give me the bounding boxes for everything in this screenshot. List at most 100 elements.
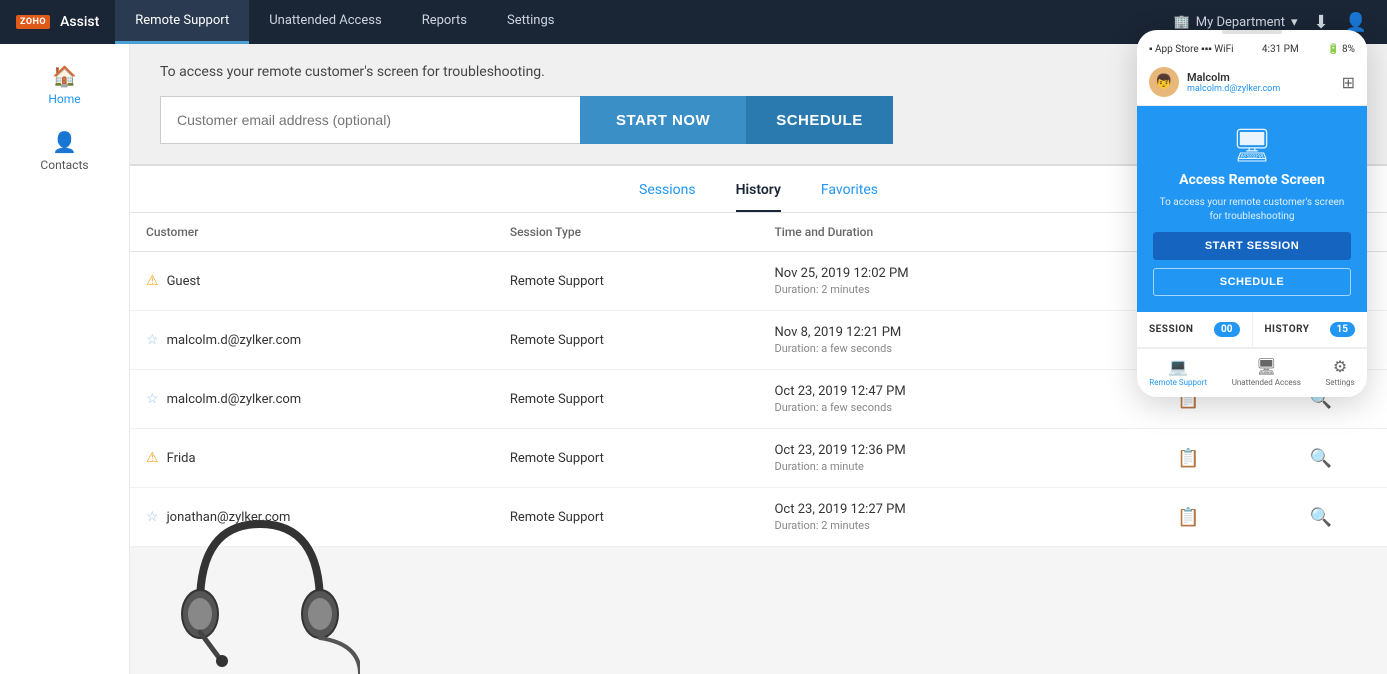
- mockup-nav-settings-label: Settings: [1325, 378, 1354, 387]
- time-cell: Oct 23, 2019 12:47 PM Duration: a few sec…: [758, 370, 1122, 429]
- app-name: Assist: [60, 14, 99, 30]
- customer-cell: ⚠ Guest: [130, 252, 494, 311]
- col-header-time: Time and Duration: [758, 213, 1122, 252]
- session-date: Oct 23, 2019 12:27 PM: [774, 502, 1106, 517]
- session-type-cell: Remote Support: [494, 311, 759, 370]
- customer-name: malcolm.d@zylker.com: [167, 333, 302, 348]
- tab-favorites[interactable]: Favorites: [821, 182, 878, 212]
- mockup-notch: [1222, 30, 1282, 34]
- mockup-blue-section: 🖥 Access Remote Screen To access your re…: [1137, 106, 1367, 312]
- battery-icon: 🔋 8%: [1327, 44, 1355, 55]
- notes-cell[interactable]: 📋: [1122, 429, 1254, 488]
- session-date: Nov 8, 2019 12:21 PM: [774, 325, 1106, 340]
- start-now-button[interactable]: START NOW: [580, 96, 746, 144]
- customer-cell: ⚠ Frida: [130, 429, 494, 488]
- mockup-session-label: SESSION: [1149, 324, 1193, 335]
- zoho-logo: ZOHO Assist: [16, 14, 99, 30]
- star-icon: ☆: [146, 509, 159, 525]
- customer-name: Guest: [167, 274, 201, 289]
- mockup-bottom-nav: 💻 Remote Support 🖥 Unattended Access ⚙ S…: [1137, 348, 1367, 397]
- customer-cell: ☆ jonathan@zylker.com: [130, 488, 494, 547]
- table-row: ⚠FridaRemote SupportOct 23, 2019 12:36 P…: [130, 429, 1387, 488]
- warning-icon: ⚠: [146, 450, 159, 466]
- sidebar-item-contacts[interactable]: 👤 Contacts: [0, 118, 129, 184]
- audit-cell[interactable]: 🔍: [1255, 429, 1387, 488]
- mockup-history-badge: 15: [1330, 322, 1355, 337]
- zoho-badge: ZOHO: [16, 15, 50, 29]
- notes-cell[interactable]: 📋: [1122, 488, 1254, 547]
- settings-nav-icon: ⚙: [1333, 357, 1347, 376]
- mockup-schedule-button[interactable]: SCHEDULE: [1153, 268, 1351, 296]
- contacts-icon: 👤: [52, 130, 77, 154]
- session-date: Oct 23, 2019 12:47 PM: [774, 384, 1106, 399]
- sidebar: 🏠 Home 👤 Contacts: [0, 44, 130, 674]
- tab-sessions[interactable]: Sessions: [639, 182, 696, 212]
- sidebar-home-label: Home: [48, 92, 80, 106]
- session-duration: Duration: a few seconds: [774, 401, 1106, 414]
- department-icon: 🏢: [1174, 15, 1190, 30]
- chevron-down-icon: ▾: [1291, 15, 1298, 30]
- unattended-nav-icon: 🖥: [1256, 357, 1276, 376]
- tab-history[interactable]: History: [736, 182, 781, 212]
- mockup-subtitle: To access your remote customer's screen …: [1153, 196, 1351, 224]
- nav-item-remote-support[interactable]: Remote Support: [115, 0, 249, 44]
- mockup-nav-unattended[interactable]: 🖥 Unattended Access: [1232, 357, 1301, 387]
- session-type-cell: Remote Support: [494, 252, 759, 311]
- mockup-avatar: 👦: [1149, 67, 1179, 97]
- customer-email-input[interactable]: [160, 96, 580, 144]
- nav-item-reports[interactable]: Reports: [402, 0, 487, 44]
- warning-icon: ⚠: [146, 273, 159, 289]
- col-header-customer: Customer: [130, 213, 494, 252]
- session-type-cell: Remote Support: [494, 370, 759, 429]
- remote-screen-icon: 🖥: [1232, 126, 1273, 164]
- customer-cell: ☆malcolm.d@zylker.com: [130, 311, 494, 370]
- nav-item-unattended-access[interactable]: Unattended Access: [249, 0, 401, 44]
- mockup-sessions-row: SESSION 00 HISTORY 15: [1137, 312, 1367, 348]
- session-type-cell: Remote Support: [494, 429, 759, 488]
- time-cell: Nov 8, 2019 12:21 PM Duration: a few seco…: [758, 311, 1122, 370]
- home-icon: 🏠: [52, 64, 77, 88]
- mockup-user-info: Malcolm malcolm.d@zylker.com: [1187, 71, 1280, 94]
- mockup-session-item: SESSION 00: [1137, 312, 1253, 347]
- nav-item-settings[interactable]: Settings: [487, 0, 574, 44]
- mockup-user-name: Malcolm: [1187, 71, 1280, 84]
- mockup-session-badge: 00: [1214, 322, 1239, 337]
- session-duration: Duration: 2 minutes: [774, 283, 1106, 296]
- mockup-history-label: HISTORY: [1265, 324, 1310, 335]
- mockup-nav-remote-support[interactable]: 💻 Remote Support: [1149, 357, 1207, 387]
- grid-icon: ⊞: [1342, 73, 1355, 92]
- customer-cell: ☆malcolm.d@zylker.com: [130, 370, 494, 429]
- session-date: Oct 23, 2019 12:36 PM: [774, 443, 1106, 458]
- mockup-nav-settings[interactable]: ⚙ Settings: [1325, 357, 1354, 387]
- mockup-nav-unattended-label: Unattended Access: [1232, 378, 1301, 387]
- audit-icon[interactable]: 🔍: [1310, 507, 1332, 528]
- time-cell: Oct 23, 2019 12:36 PM Duration: a minute: [758, 429, 1122, 488]
- notes-icon[interactable]: 📋: [1177, 507, 1199, 528]
- col-header-session-type: Session Type: [494, 213, 759, 252]
- star-icon: ☆: [146, 391, 159, 407]
- session-duration: Duration: 2 minutes: [774, 519, 1106, 532]
- table-row: ☆jonathan@zylker.comRemote SupportOct 23…: [130, 488, 1387, 547]
- mockup-history-item: HISTORY 15: [1253, 312, 1368, 347]
- mobile-mockup: ▪ App Store ▪▪▪ WiFi 4:31 PM 🔋 8% 👦 Malc…: [1137, 30, 1367, 397]
- mockup-user-email: malcolm.d@zylker.com: [1187, 84, 1280, 94]
- audit-icon[interactable]: 🔍: [1310, 448, 1332, 469]
- sidebar-item-home[interactable]: 🏠 Home: [0, 52, 129, 118]
- session-duration: Duration: a minute: [774, 460, 1106, 473]
- sidebar-contacts-label: Contacts: [40, 158, 88, 172]
- customer-name: jonathan@zylker.com: [167, 510, 291, 525]
- time-cell: Nov 25, 2019 12:02 PMDuration: 2 minutes: [758, 252, 1122, 311]
- session-duration: Duration: a few seconds: [774, 342, 1106, 355]
- notes-icon[interactable]: 📋: [1177, 448, 1199, 469]
- department-button[interactable]: 🏢 My Department ▾: [1174, 15, 1298, 30]
- audit-cell[interactable]: 🔍: [1255, 488, 1387, 547]
- time-cell: Oct 23, 2019 12:27 PM Duration: 2 minutes: [758, 488, 1122, 547]
- mockup-time: 4:31 PM: [1262, 44, 1299, 55]
- mockup-nav-remote-label: Remote Support: [1149, 378, 1207, 387]
- nav-items: Remote Support Unattended Access Reports…: [115, 0, 574, 44]
- mockup-status-bar: ▪ App Store ▪▪▪ WiFi 4:31 PM 🔋 8%: [1137, 38, 1367, 59]
- signal-icon: ▪ App Store ▪▪▪ WiFi: [1149, 44, 1234, 55]
- schedule-button[interactable]: SCHEDULE: [746, 96, 893, 144]
- mockup-start-session-button[interactable]: START SESSION: [1153, 232, 1351, 260]
- customer-name: Frida: [167, 451, 196, 466]
